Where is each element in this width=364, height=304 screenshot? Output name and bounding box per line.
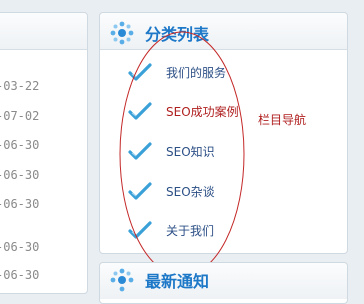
checkmark-icon: [128, 142, 152, 160]
post-date: -07-02: [0, 109, 40, 123]
category-item-seo-misc[interactable]: SEO杂谈: [100, 176, 347, 206]
category-item-seo-knowledge[interactable]: SEO知识: [100, 136, 347, 166]
checkmark-icon: [128, 63, 152, 81]
category-item-label[interactable]: 我们的服务: [166, 64, 226, 81]
category-item-label[interactable]: SEO成功案例: [166, 103, 239, 120]
category-panel: 分类列表 我们的服务 SEO成功案例 SEO知识 SEO杂谈 关于我们: [99, 12, 348, 254]
post-date: -06-30: [0, 138, 40, 152]
category-item-seo-cases[interactable]: SEO成功案例: [100, 96, 347, 126]
category-item-label[interactable]: SEO杂谈: [166, 183, 215, 200]
category-panel-title: 分类列表: [145, 25, 210, 44]
post-date: -06-30: [0, 268, 40, 282]
annotation-label: 栏目导航: [258, 113, 307, 127]
blue-dots-icon: [110, 21, 134, 45]
checkmark-icon: [128, 102, 152, 120]
checkmark-icon: [128, 182, 152, 200]
post-date: -03-22: [0, 79, 40, 93]
blue-dots-icon: [110, 268, 134, 292]
category-item-label[interactable]: SEO知识: [166, 143, 215, 160]
notice-panel-title: 最新通知: [145, 272, 210, 291]
notice-panel-header: 最新通知: [100, 263, 347, 299]
post-date: -06-30: [0, 197, 40, 211]
category-item-services[interactable]: 我们的服务: [100, 57, 347, 87]
post-date: -06-30: [0, 240, 40, 254]
checkmark-icon: [128, 221, 152, 239]
category-item-label[interactable]: 关于我们: [166, 222, 214, 239]
recent-posts-header: [0, 13, 87, 50]
post-date: -06-30: [0, 168, 40, 182]
category-panel-header: 分类列表: [100, 13, 347, 50]
category-item-about-us[interactable]: 关于我们: [100, 215, 347, 245]
notice-panel: 最新通知: [99, 262, 348, 304]
